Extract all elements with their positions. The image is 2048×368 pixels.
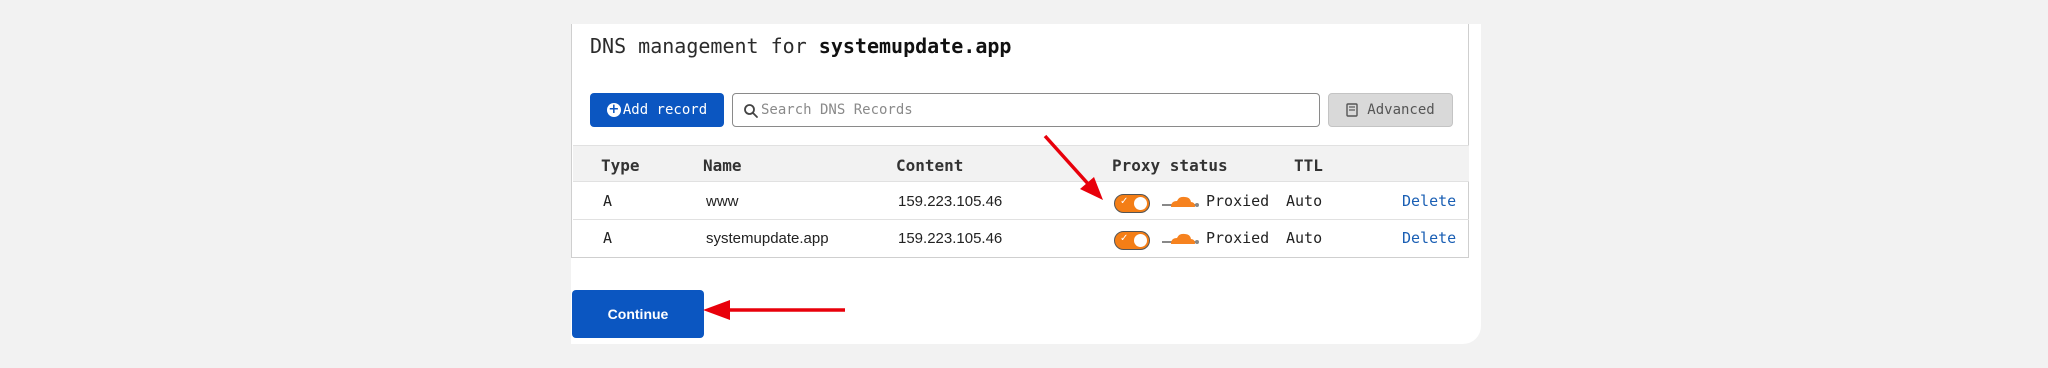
cell-proxy-status: Proxied: [1206, 229, 1270, 247]
header-name: Name: [703, 156, 742, 175]
cloud-icon: [1162, 233, 1199, 244]
title-prefix: DNS management for: [590, 34, 807, 58]
plus-circle-icon: +: [606, 102, 621, 117]
cell-name: systemupdate.app: [706, 230, 829, 247]
delete-link[interactable]: Delete: [1402, 192, 1456, 210]
dns-panel: DNS management for systemupdate.app + Ad…: [571, 24, 1469, 258]
page-title: DNS management for systemupdate.app: [590, 34, 1011, 58]
delete-link[interactable]: Delete: [1402, 229, 1456, 247]
cell-name: www: [706, 193, 739, 210]
check-icon: ✓: [1120, 196, 1129, 207]
check-icon: ✓: [1120, 233, 1129, 244]
cell-content: 159.223.105.46: [898, 230, 1003, 247]
dns-card: DNS management for systemupdate.app + Ad…: [571, 24, 1481, 344]
add-record-label: Add record: [622, 102, 708, 118]
proxy-toggle[interactable]: ✓: [1114, 231, 1150, 250]
search-input[interactable]: [761, 94, 1315, 126]
cell-type: A: [603, 192, 613, 210]
continue-button[interactable]: Continue: [572, 290, 704, 338]
domain-name: systemupdate.app: [818, 34, 1012, 58]
header-content: Content: [896, 156, 964, 175]
table-row: A www 159.223.105.46 ✓ Proxied Auto Dele…: [573, 183, 1469, 220]
toggle-knob: [1134, 197, 1147, 210]
book-icon: [1346, 103, 1358, 117]
cell-type: A: [603, 229, 613, 247]
table-row: A systemupdate.app 159.223.105.46 ✓ Prox…: [573, 220, 1469, 257]
cloud-icon: [1162, 196, 1199, 207]
toggle-knob: [1134, 234, 1147, 247]
search-icon: [744, 104, 758, 118]
add-record-button[interactable]: + Add record: [590, 93, 724, 127]
proxy-toggle[interactable]: ✓: [1114, 194, 1150, 213]
search-box[interactable]: [732, 93, 1320, 127]
advanced-button[interactable]: Advanced: [1328, 93, 1453, 127]
cell-ttl: Auto: [1286, 192, 1323, 210]
cell-content: 159.223.105.46: [898, 193, 1003, 210]
cell-proxy-status: Proxied: [1206, 192, 1270, 210]
header-proxy-status: Proxy status: [1112, 156, 1228, 175]
header-ttl: TTL: [1294, 156, 1323, 175]
continue-label: Continue: [607, 306, 669, 322]
table-header: Type Name Content Proxy status TTL: [573, 145, 1469, 182]
header-type: Type: [601, 156, 640, 175]
advanced-label: Advanced: [1367, 102, 1435, 118]
cell-ttl: Auto: [1286, 229, 1323, 247]
